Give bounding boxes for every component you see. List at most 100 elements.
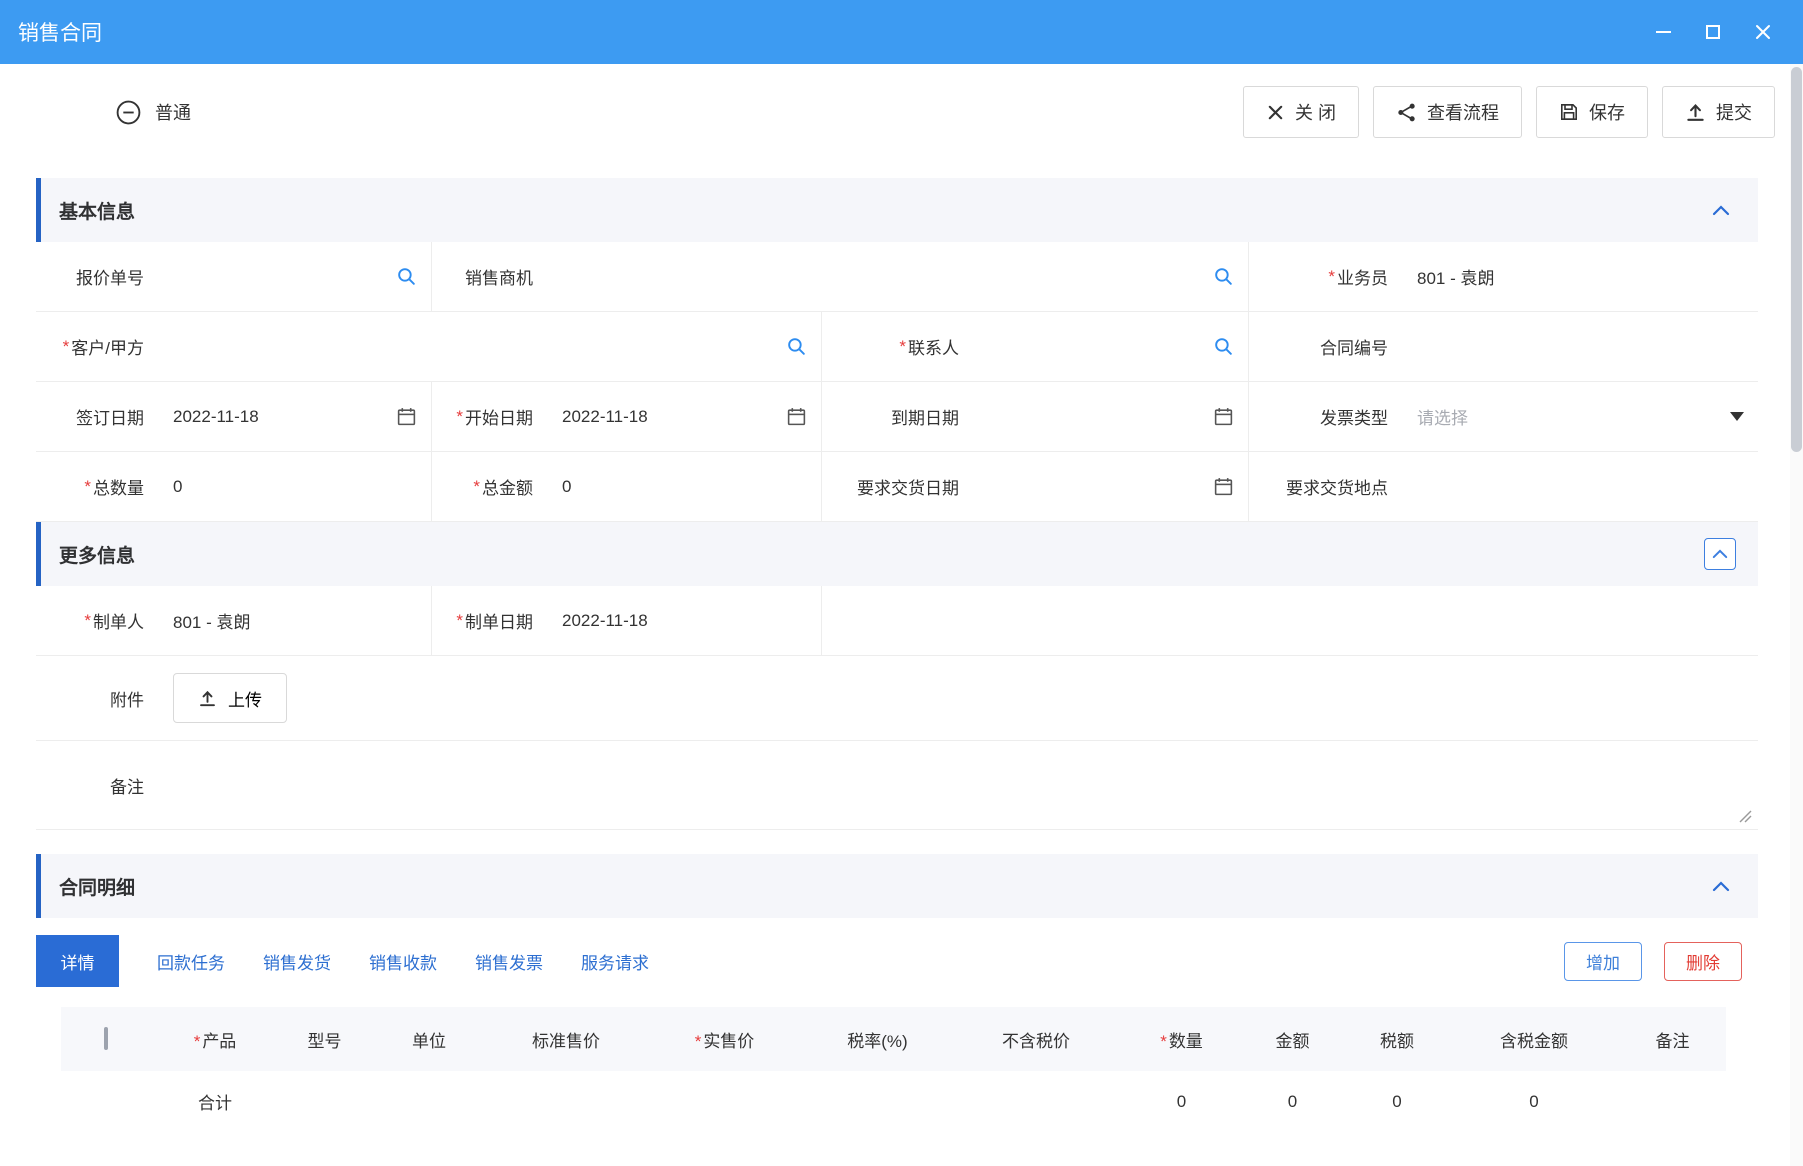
maker-value: 801 - 袁朗 — [173, 608, 250, 633]
tab-sales-shipment[interactable]: 销售发货 — [263, 949, 331, 974]
toolbar-actions: 关 闭 查看流程 保存 — [1243, 86, 1775, 138]
calendar-icon — [1213, 476, 1234, 497]
window-controls — [1653, 22, 1773, 42]
minimize-icon — [1656, 31, 1671, 33]
delivery-date-input[interactable] — [973, 452, 1249, 522]
more-info-collapse-button[interactable] — [1704, 538, 1736, 570]
start-date-value: 2022-11-18 — [562, 407, 648, 427]
more-info-header: 更多信息 — [36, 522, 1758, 586]
select-all-cell — [61, 1029, 150, 1049]
submit-icon — [1685, 102, 1706, 123]
col-amount: 金额 — [1240, 1027, 1345, 1052]
contact-label: *联系人 — [822, 312, 973, 382]
make-date-input[interactable]: 2022-11-18 — [547, 586, 822, 656]
salesman-label: *业务员 — [1249, 242, 1402, 312]
col-tax-rate: 税率(%) — [806, 1027, 949, 1052]
expire-date-input[interactable] — [973, 382, 1249, 452]
minus-circle-icon — [115, 99, 142, 126]
make-date-value: 2022-11-18 — [562, 611, 648, 631]
invoice-type-select[interactable]: 请选择 — [1402, 382, 1758, 452]
calendar-icon — [396, 406, 417, 427]
section-accent-bar — [36, 178, 41, 242]
contact-input[interactable] — [973, 312, 1249, 382]
col-remark: 备注 — [1619, 1027, 1726, 1052]
contact-search-button[interactable] — [1213, 336, 1234, 357]
quote-no-search-button[interactable] — [396, 266, 417, 287]
more-info-title: 更多信息 — [59, 541, 135, 568]
calendar-icon — [1213, 406, 1234, 427]
close-button-label: 关 闭 — [1295, 99, 1336, 125]
tab-service-request[interactable]: 服务请求 — [581, 949, 649, 974]
col-unit: 单位 — [369, 1027, 489, 1052]
tab-sales-invoice[interactable]: 销售发票 — [475, 949, 543, 974]
col-model: 型号 — [280, 1027, 369, 1052]
invoice-type-label: 发票类型 — [1249, 382, 1402, 452]
tab-detail[interactable]: 详情 — [36, 935, 119, 987]
total-amount-incl-tax-cell: 0 — [1449, 1092, 1619, 1112]
contract-detail-title: 合同明细 — [59, 873, 135, 900]
tab-sales-receipt[interactable]: 销售收款 — [369, 949, 437, 974]
submit-button[interactable]: 提交 — [1662, 86, 1775, 138]
delivery-date-calendar-button[interactable] — [1213, 476, 1234, 497]
select-all-checkbox[interactable] — [104, 1027, 108, 1050]
attachment-cell: 上传 — [158, 656, 1758, 741]
quote-no-input[interactable] — [158, 242, 432, 312]
minimize-button[interactable] — [1653, 22, 1673, 42]
window-titlebar: 销售合同 — [0, 0, 1803, 64]
detail-tabs-row: 详情 回款任务 销售发货 销售收款 销售发票 服务请求 增加 删除 — [36, 935, 1758, 987]
toolbar: 普通 关 闭 查看流程 保存 — [0, 86, 1803, 138]
total-label: 合计 — [150, 1089, 280, 1114]
contract-detail-collapse-button[interactable] — [1712, 881, 1730, 892]
search-icon — [396, 266, 417, 287]
opportunity-input[interactable] — [547, 242, 1249, 312]
sign-date-calendar-button[interactable] — [396, 406, 417, 427]
delivery-date-label: 要求交货日期 — [822, 452, 973, 522]
expire-date-label: 到期日期 — [822, 382, 973, 452]
scrollbar-thumb[interactable] — [1791, 67, 1802, 452]
save-button[interactable]: 保存 — [1536, 86, 1648, 138]
more-info-grid: *制单人 801 - 袁朗 *制单日期 2022-11-18 附件 上传 备注 — [36, 586, 1758, 830]
vertical-scrollbar[interactable] — [1790, 64, 1803, 1166]
total-amount-input[interactable]: 0 — [547, 452, 822, 522]
resize-icon[interactable] — [1736, 807, 1752, 823]
delivery-place-input[interactable] — [1402, 452, 1758, 522]
view-flow-button[interactable]: 查看流程 — [1373, 86, 1522, 138]
start-date-calendar-button[interactable] — [786, 406, 807, 427]
basic-info-title: 基本信息 — [59, 197, 135, 224]
col-amount-incl-tax: 含税金额 — [1449, 1027, 1619, 1052]
maximize-button[interactable] — [1703, 22, 1723, 42]
customer-input[interactable] — [158, 312, 822, 382]
total-qty-input[interactable]: 0 — [158, 452, 432, 522]
section-accent-bar — [36, 854, 41, 918]
dropdown-arrow-icon[interactable] — [1730, 412, 1744, 421]
customer-search-button[interactable] — [786, 336, 807, 357]
upload-icon — [198, 689, 217, 708]
contract-no-input[interactable] — [1402, 312, 1758, 382]
customer-label: *客户/甲方 — [36, 312, 158, 382]
basic-info-collapse-button[interactable] — [1712, 205, 1730, 216]
tab-payment-task[interactable]: 回款任务 — [157, 949, 225, 974]
close-button[interactable]: 关 闭 — [1243, 86, 1359, 138]
basic-info-header: 基本信息 — [36, 178, 1758, 242]
salesman-input[interactable]: 801 - 袁朗 — [1402, 242, 1758, 312]
start-date-input[interactable]: 2022-11-18 — [547, 382, 822, 452]
priority-selector[interactable]: 普通 — [115, 99, 191, 126]
total-tax-cell: 0 — [1345, 1092, 1449, 1112]
window-close-button[interactable] — [1753, 22, 1773, 42]
delete-row-button[interactable]: 删除 — [1664, 942, 1742, 981]
detail-table-header: *产品 型号 单位 标准售价 *实售价 税率(%) 不含税价 *数量 金额 税额… — [61, 1007, 1726, 1071]
save-button-label: 保存 — [1589, 99, 1625, 125]
delivery-place-label: 要求交货地点 — [1249, 452, 1402, 522]
search-icon — [1213, 336, 1234, 357]
upload-button[interactable]: 上传 — [173, 673, 287, 723]
collapse-icon — [1712, 881, 1730, 892]
add-row-button[interactable]: 增加 — [1564, 942, 1642, 981]
priority-label: 普通 — [155, 99, 191, 125]
maker-input[interactable]: 801 - 袁朗 — [158, 586, 432, 656]
expire-date-calendar-button[interactable] — [1213, 406, 1234, 427]
opportunity-search-button[interactable] — [1213, 266, 1234, 287]
sign-date-input[interactable]: 2022-11-18 — [158, 382, 432, 452]
col-product: *产品 — [150, 1027, 280, 1052]
basic-info-grid: 报价单号 销售商机 *业务员 801 - 袁朗 *客户 — [36, 242, 1758, 522]
remark-textarea[interactable] — [158, 741, 1758, 830]
